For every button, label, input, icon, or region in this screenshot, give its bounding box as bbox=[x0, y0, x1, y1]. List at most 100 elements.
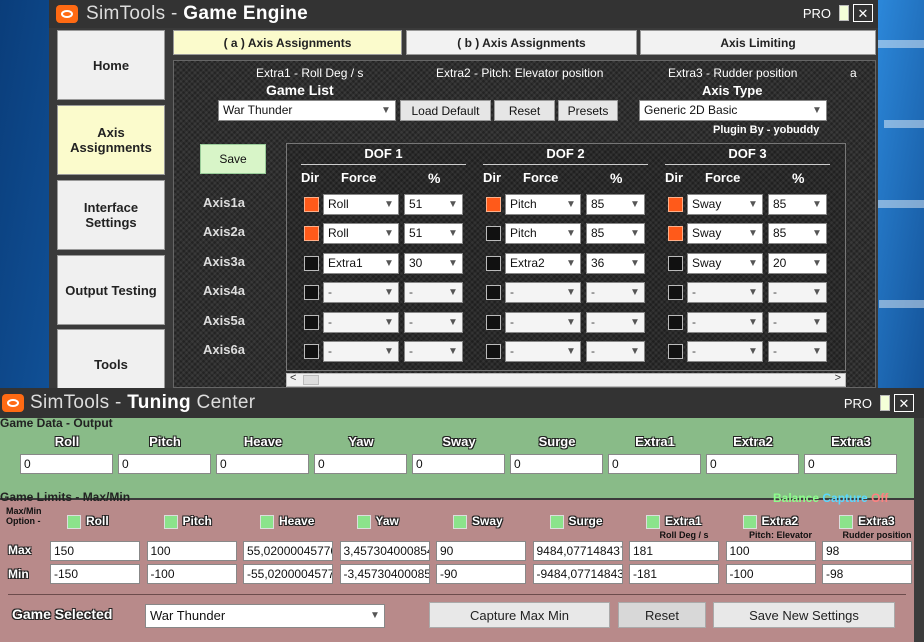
force-select[interactable]: - ▼ bbox=[323, 312, 399, 333]
save-new-settings-button[interactable]: Save New Settings bbox=[713, 602, 895, 628]
minimize-button[interactable] bbox=[839, 5, 849, 21]
force-select[interactable]: - ▼ bbox=[323, 341, 399, 362]
percent-select[interactable]: 85 ▼ bbox=[586, 223, 645, 244]
output-field-roll[interactable]: 0 bbox=[20, 454, 113, 474]
force-select[interactable]: Pitch ▼ bbox=[505, 194, 581, 215]
direction-checkbox[interactable] bbox=[304, 315, 319, 330]
sidebar-item-0[interactable]: Home bbox=[57, 30, 165, 100]
output-field-extra2[interactable]: 0 bbox=[706, 454, 799, 474]
percent-select[interactable]: - ▼ bbox=[586, 341, 645, 362]
force-select[interactable]: - ▼ bbox=[505, 312, 581, 333]
min-field-surge[interactable]: -9484,0771484375 bbox=[532, 564, 623, 584]
scroll-right-icon[interactable]: > bbox=[835, 372, 841, 384]
output-field-sway[interactable]: 0 bbox=[412, 454, 505, 474]
min-field-heave[interactable]: -55,0200004577637 bbox=[243, 564, 333, 584]
min-field-pitch[interactable]: -100 bbox=[146, 564, 237, 584]
direction-checkbox[interactable] bbox=[304, 344, 319, 359]
force-select[interactable]: - ▼ bbox=[687, 312, 763, 333]
sidebar-item-1[interactable]: Axis Assignments bbox=[57, 105, 165, 175]
direction-checkbox[interactable] bbox=[304, 197, 319, 212]
tab-2[interactable]: Axis Limiting bbox=[640, 30, 876, 55]
load-default-button[interactable]: Load Default bbox=[400, 100, 491, 121]
tab-1[interactable]: ( b ) Axis Assignments bbox=[406, 30, 637, 55]
min-field-sway[interactable]: -90 bbox=[436, 564, 526, 584]
percent-select[interactable]: - ▼ bbox=[404, 312, 463, 333]
percent-select[interactable]: - ▼ bbox=[404, 341, 463, 362]
force-select[interactable]: Sway ▼ bbox=[687, 223, 763, 244]
output-field-pitch[interactable]: 0 bbox=[118, 454, 211, 474]
percent-select[interactable]: - ▼ bbox=[586, 282, 645, 303]
limit-checkbox-heave[interactable] bbox=[260, 515, 274, 529]
scroll-left-icon[interactable]: < bbox=[290, 372, 296, 384]
max-field-heave[interactable]: 55,0200004577637 bbox=[243, 541, 333, 561]
max-field-extra2[interactable]: 100 bbox=[725, 541, 816, 561]
force-select[interactable]: Roll ▼ bbox=[323, 223, 399, 244]
sidebar-item-3[interactable]: Output Testing bbox=[57, 255, 165, 325]
output-field-heave[interactable]: 0 bbox=[216, 454, 309, 474]
output-field-extra3[interactable]: 0 bbox=[804, 454, 897, 474]
percent-select[interactable]: - ▼ bbox=[404, 282, 463, 303]
percent-select[interactable]: - ▼ bbox=[768, 282, 827, 303]
direction-checkbox[interactable] bbox=[486, 256, 501, 271]
direction-checkbox[interactable] bbox=[486, 285, 501, 300]
game-selected-select[interactable]: War Thunder ▼ bbox=[145, 604, 385, 628]
direction-checkbox[interactable] bbox=[486, 197, 501, 212]
force-select[interactable]: - ▼ bbox=[323, 282, 399, 303]
percent-select[interactable]: 85 ▼ bbox=[768, 223, 827, 244]
direction-checkbox[interactable] bbox=[668, 256, 683, 271]
output-field-extra1[interactable]: 0 bbox=[608, 454, 701, 474]
direction-checkbox[interactable] bbox=[668, 344, 683, 359]
capture-max-min-button[interactable]: Capture Max Min bbox=[429, 602, 610, 628]
direction-checkbox[interactable] bbox=[486, 344, 501, 359]
force-select[interactable]: Pitch ▼ bbox=[505, 223, 581, 244]
min-field-extra2[interactable]: -100 bbox=[725, 564, 816, 584]
percent-select[interactable]: 85 ▼ bbox=[586, 194, 645, 215]
direction-checkbox[interactable] bbox=[668, 315, 683, 330]
percent-select[interactable]: 51 ▼ bbox=[404, 194, 463, 215]
max-field-sway[interactable]: 90 bbox=[436, 541, 526, 561]
force-select[interactable]: - ▼ bbox=[505, 341, 581, 362]
max-field-roll[interactable]: 150 bbox=[50, 541, 140, 561]
direction-checkbox[interactable] bbox=[668, 197, 683, 212]
force-select[interactable]: Sway ▼ bbox=[687, 194, 763, 215]
game-list-select[interactable]: War Thunder ▼ bbox=[218, 100, 396, 121]
direction-checkbox[interactable] bbox=[668, 226, 683, 241]
close-button[interactable]: ✕ bbox=[894, 394, 914, 412]
min-field-roll[interactable]: -150 bbox=[50, 564, 140, 584]
percent-select[interactable]: 30 ▼ bbox=[404, 253, 463, 274]
force-select[interactable]: - ▼ bbox=[505, 282, 581, 303]
percent-select[interactable]: 51 ▼ bbox=[404, 223, 463, 244]
limit-checkbox-sway[interactable] bbox=[453, 515, 467, 529]
limit-checkbox-extra1[interactable] bbox=[646, 515, 660, 529]
axis-type-select[interactable]: Generic 2D Basic ▼ bbox=[639, 100, 827, 121]
percent-select[interactable]: 20 ▼ bbox=[768, 253, 827, 274]
output-field-yaw[interactable]: 0 bbox=[314, 454, 407, 474]
direction-checkbox[interactable] bbox=[486, 315, 501, 330]
direction-checkbox[interactable] bbox=[304, 285, 319, 300]
sidebar-item-2[interactable]: Interface Settings bbox=[57, 180, 165, 250]
tab-0[interactable]: ( a ) Axis Assignments bbox=[173, 30, 402, 55]
close-button[interactable]: ✕ bbox=[853, 4, 873, 22]
tuning-titlebar[interactable]: SimTools - Tuning Center PRO ✕ bbox=[0, 388, 924, 418]
force-select[interactable]: Roll ▼ bbox=[323, 194, 399, 215]
presets-button[interactable]: Presets bbox=[558, 100, 618, 121]
engine-titlebar[interactable]: SimTools - Game Engine PRO ✕ bbox=[49, 0, 878, 28]
limit-checkbox-yaw[interactable] bbox=[356, 515, 371, 529]
percent-select[interactable]: 85 ▼ bbox=[768, 194, 827, 215]
direction-checkbox[interactable] bbox=[668, 285, 683, 300]
force-select[interactable]: - ▼ bbox=[687, 282, 763, 303]
direction-checkbox[interactable] bbox=[304, 226, 319, 241]
tuning-reset-button[interactable]: Reset bbox=[618, 602, 706, 628]
max-field-pitch[interactable]: 100 bbox=[146, 541, 237, 561]
limit-checkbox-surge[interactable] bbox=[549, 515, 564, 529]
min-field-yaw[interactable]: -3,4573040008544922 bbox=[339, 564, 430, 584]
max-field-extra3[interactable]: 98 bbox=[822, 541, 912, 561]
limit-checkbox-roll[interactable] bbox=[67, 515, 81, 529]
limit-checkbox-extra2[interactable] bbox=[742, 515, 757, 529]
force-select[interactable]: Extra1 ▼ bbox=[323, 253, 399, 274]
limit-checkbox-pitch[interactable] bbox=[163, 515, 178, 529]
max-field-extra1[interactable]: 181 bbox=[629, 541, 719, 561]
direction-checkbox[interactable] bbox=[486, 226, 501, 241]
minimize-button[interactable] bbox=[880, 395, 890, 411]
output-field-surge[interactable]: 0 bbox=[510, 454, 603, 474]
